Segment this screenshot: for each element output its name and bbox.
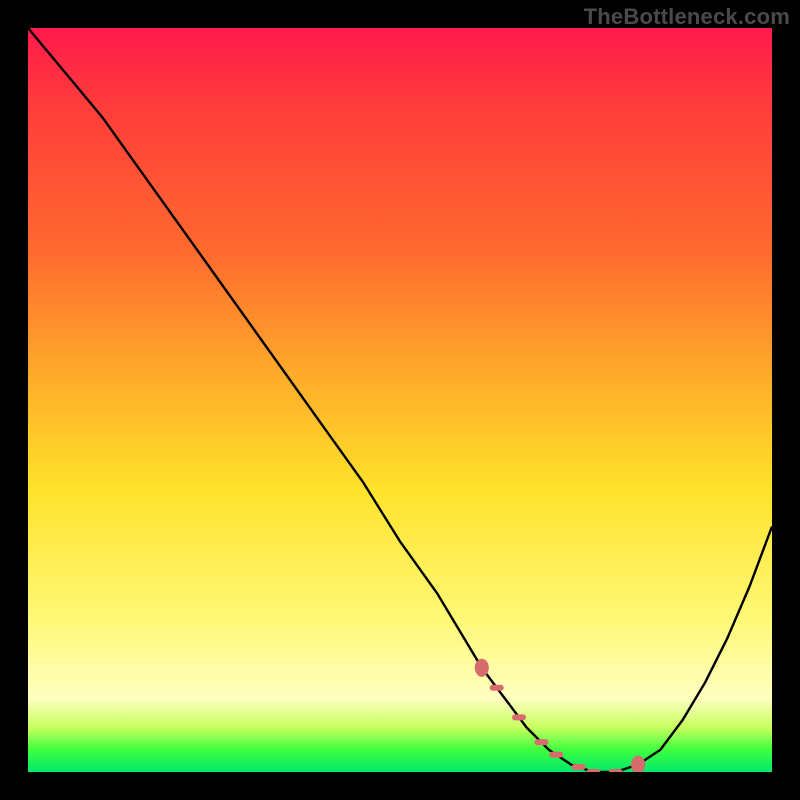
marker-endpoint	[475, 659, 489, 677]
plot-area	[28, 28, 772, 772]
marker-dash	[512, 714, 526, 720]
watermark-text: TheBottleneck.com	[584, 4, 790, 30]
marker-dash	[534, 739, 548, 745]
marker-dash	[609, 769, 623, 772]
chart-svg	[28, 28, 772, 772]
marker-dash	[572, 764, 586, 770]
marker-endpoint	[631, 756, 645, 772]
marker-dash	[490, 685, 504, 691]
marker-dash	[549, 752, 563, 758]
optimal-region-markers	[475, 659, 645, 772]
marker-dash	[586, 769, 600, 772]
chart-frame: TheBottleneck.com	[0, 0, 800, 800]
bottleneck-curve	[28, 28, 772, 772]
